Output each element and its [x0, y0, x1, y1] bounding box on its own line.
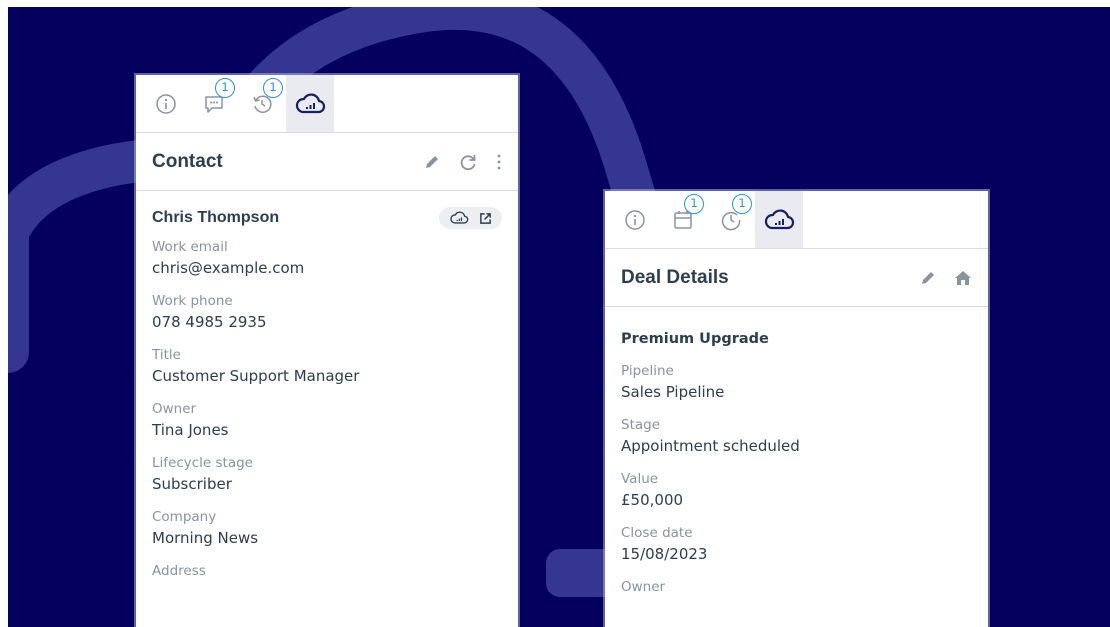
field-value: Appointment scheduled [621, 437, 800, 455]
refresh-icon [460, 154, 476, 170]
field-address: Address [152, 563, 502, 579]
contact-tab-bar: 1 1 [136, 75, 518, 133]
field-label: Close date [621, 525, 693, 541]
field-value: 15/08/2023 [621, 545, 708, 563]
field-label: Value [621, 471, 659, 487]
field-work-phone: Work phone 078 4985 2935 [152, 293, 502, 331]
home-button[interactable] [954, 270, 972, 286]
contact-header: Contact [136, 133, 518, 191]
page-title: Deal Details [621, 266, 729, 288]
more-options-button[interactable] [496, 153, 502, 171]
deal-panel: 1 1 Deal Details Premium Upgrade Pipelin… [605, 191, 988, 627]
field-value: chris@example.com [152, 259, 305, 277]
field-value: Morning News [152, 529, 259, 547]
pencil-icon [922, 271, 934, 284]
field-value: 078 4985 2935 [152, 313, 267, 331]
field-value: Value £50,000 [621, 471, 972, 509]
tab-cloud-app[interactable] [286, 75, 334, 132]
edit-button[interactable] [424, 154, 440, 170]
external-link-icon [480, 212, 491, 224]
field-lifecycle-stage: Lifecycle stage Subscriber [152, 455, 502, 493]
field-value: Subscriber [152, 475, 232, 493]
record-name: Chris Thompson [152, 209, 280, 226]
field-label: Lifecycle stage [152, 455, 253, 471]
cloud-chart-icon [450, 211, 469, 224]
more-vertical-icon [497, 154, 501, 169]
field-title: Title Customer Support Manager [152, 347, 502, 385]
deal-body: Premium Upgrade Pipeline Sales Pipeline … [605, 307, 988, 595]
cloud-chart-icon [295, 92, 326, 113]
field-value: Customer Support Manager [152, 367, 360, 385]
field-work-email: Work email chris@example.com [152, 239, 502, 277]
record-name: Premium Upgrade [621, 331, 769, 347]
edit-button[interactable] [920, 270, 936, 286]
field-label: Stage [621, 417, 661, 433]
field-value: £50,000 [621, 491, 684, 509]
field-company: Company Morning News [152, 509, 502, 547]
pencil-icon [426, 155, 438, 168]
comments-count-badge: 1 [215, 78, 235, 98]
deal-header: Deal Details [605, 249, 988, 307]
clock-count-badge: 1 [732, 194, 752, 214]
open-external-button[interactable] [479, 212, 492, 225]
field-stage: Stage Appointment scheduled [621, 417, 972, 455]
tab-calendar[interactable]: 1 [659, 191, 707, 248]
field-label: Company [152, 509, 217, 525]
tab-clock[interactable]: 1 [707, 191, 755, 248]
field-owner: Owner Tina Jones [152, 401, 502, 439]
field-owner: Owner [621, 579, 972, 595]
info-icon [625, 209, 645, 230]
history-count-badge: 1 [263, 78, 283, 98]
app-background: 1 1 Contact Chris Thompson Work email ch… [8, 7, 1110, 627]
field-label: Work phone [152, 293, 233, 309]
tab-history[interactable]: 1 [238, 75, 286, 132]
deal-tab-bar: 1 1 [605, 191, 988, 249]
field-value: Sales Pipeline [621, 383, 725, 401]
info-icon [156, 93, 176, 114]
tab-cloud-app[interactable] [755, 191, 803, 248]
field-value: Tina Jones [152, 421, 229, 439]
field-label: Work email [152, 239, 228, 255]
tab-comments[interactable]: 1 [190, 75, 238, 132]
field-label: Address [152, 563, 206, 579]
field-label: Owner [621, 579, 666, 595]
field-close-date: Close date 15/08/2023 [621, 525, 972, 563]
contact-panel: 1 1 Contact Chris Thompson Work email ch… [136, 75, 518, 627]
home-icon [955, 270, 971, 285]
open-in-cloud-button[interactable] [449, 210, 469, 226]
field-pipeline: Pipeline Sales Pipeline [621, 363, 972, 401]
refresh-button[interactable] [458, 152, 478, 172]
page-title: Contact [152, 150, 223, 172]
calendar-count-badge: 1 [684, 194, 704, 214]
tab-info[interactable] [142, 75, 190, 132]
field-label: Title [152, 347, 181, 363]
field-label: Owner [152, 401, 197, 417]
record-actions [439, 207, 502, 229]
cloud-chart-icon [764, 208, 795, 229]
field-label: Pipeline [621, 363, 674, 379]
tab-info[interactable] [611, 191, 659, 248]
contact-body: Chris Thompson Work email chris@example.… [136, 191, 518, 579]
